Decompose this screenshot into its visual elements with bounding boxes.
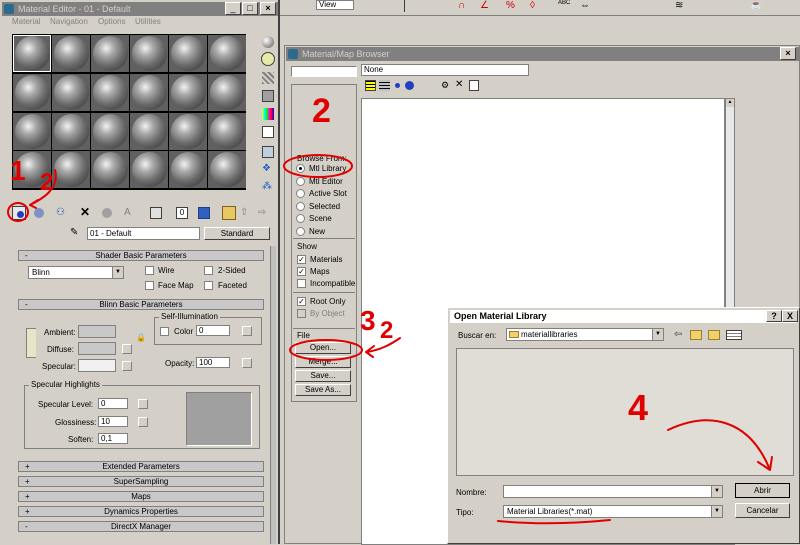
annotation-number-3: 3	[360, 305, 376, 336]
annotation-number-4: 4	[628, 387, 648, 428]
browse-from-label-4: Scene	[309, 214, 332, 223]
annotation-circle-open	[289, 339, 363, 361]
browse-from-label-3: Selected	[309, 201, 341, 211]
browse-from-radio[interactable]	[296, 164, 305, 173]
annotation-circle-get-material	[7, 202, 29, 222]
browse-from-radio[interactable]	[296, 189, 305, 198]
annotation-number-2a: 2	[40, 169, 53, 196]
browse-from-radio[interactable]	[296, 201, 305, 211]
annotation-number-1: 1	[10, 155, 26, 186]
annotation-overlay: 1 2 2 3 2 4	[7, 92, 773, 525]
browse-from-label-0: Mtl Library	[309, 164, 347, 173]
browse-from-label-5: New	[309, 226, 326, 236]
radio-selected-dot	[299, 167, 302, 170]
annotation-underline-type	[497, 519, 611, 525]
browse-from-radio[interactable]	[296, 176, 305, 186]
annotation-number-2b: 2	[312, 92, 331, 130]
annotation-number-2c: 2	[380, 317, 393, 344]
annotation-arrow-abrir	[667, 419, 773, 471]
browse-from-label-1: Mtl Editor	[309, 176, 343, 186]
browse-from-radio[interactable]	[296, 226, 305, 236]
browse-from-label-2: Active Slot	[309, 189, 347, 198]
browse-from-radio[interactable]	[296, 214, 305, 223]
